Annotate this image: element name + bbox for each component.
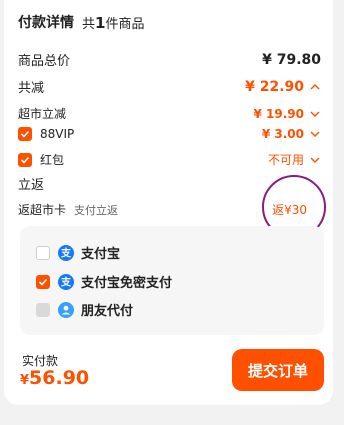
chevron-down-icon[interactable] (309, 129, 321, 139)
card-rebate-sub: 支付立返 (74, 203, 119, 217)
market-discount-label: 超市立减 (18, 107, 67, 121)
checkmark-icon (20, 130, 30, 138)
hongbao-label: 红包 (40, 153, 65, 167)
vip-label: 88VIP (40, 127, 75, 141)
friend-checkbox (36, 302, 50, 317)
total-price-row: 商品总价 ¥ 79.80 (18, 50, 321, 70)
payment-detail-card: 付款详情 共1件商品 商品总价 ¥ 79.80 共减 ¥ 22.90 超市立减 … (4, 0, 333, 405)
pay-option-alipay-nopwd[interactable]: 支 支付宝免密支付 (36, 272, 172, 291)
market-discount-row[interactable]: 超市立减 ¥ 19.90 (18, 105, 321, 122)
pay-option-alipay[interactable]: 支 支付宝 (36, 243, 120, 262)
payment-header: 付款详情 共1件商品 (18, 12, 321, 32)
reduce-label: 共减 (18, 81, 45, 96)
alipay-icon: 支 (58, 273, 74, 290)
vip-value: ¥ 3.00 (261, 127, 304, 141)
checkmark-icon (38, 278, 48, 286)
lifan-label: 立返 (18, 178, 45, 193)
item-count: 共1件商品 (82, 13, 145, 32)
hongbao-checkbox[interactable] (18, 152, 32, 167)
chevron-down-icon[interactable] (309, 109, 321, 119)
chevron-up-icon[interactable] (309, 82, 321, 92)
alipay-nopwd-label: 支付宝免密支付 (81, 276, 173, 291)
alipay-checkbox[interactable] (36, 245, 50, 260)
friend-label: 朋友代付 (81, 304, 134, 319)
svg-text:支: 支 (60, 246, 72, 259)
svg-text:支: 支 (60, 275, 72, 288)
market-discount-value: ¥ 19.90 (253, 106, 304, 121)
vip-row[interactable]: 88VIP ¥ 3.00 (18, 127, 321, 141)
chevron-down-icon[interactable] (309, 155, 321, 165)
page-title: 付款详情 (18, 15, 74, 31)
reduce-row[interactable]: 共减 ¥ 22.90 (18, 77, 321, 96)
hongbao-value: 不可用 (267, 153, 304, 167)
paid-amount: ¥56.90 (20, 367, 90, 389)
payment-method-box: 支 支付宝 支 支付宝免密支付 朋友代付 (20, 226, 324, 335)
checkmark-icon (20, 156, 30, 164)
alipay-nopwd-checkbox[interactable] (36, 274, 50, 289)
alipay-icon: 支 (58, 244, 74, 261)
alipay-label: 支付宝 (81, 247, 121, 262)
submit-order-button[interactable]: 提交订单 (232, 349, 324, 391)
friend-pay-icon (58, 301, 74, 318)
pay-option-friend: 朋友代付 (36, 300, 133, 319)
total-price-value: ¥ 79.80 (262, 51, 321, 68)
reduce-value: ¥ 22.90 (245, 78, 304, 95)
vip-checkbox[interactable] (18, 127, 32, 141)
total-price-label: 商品总价 (18, 54, 71, 69)
hongbao-row[interactable]: 红包 不可用 (18, 151, 321, 168)
card-rebate-label: 返超市卡 (18, 203, 67, 217)
